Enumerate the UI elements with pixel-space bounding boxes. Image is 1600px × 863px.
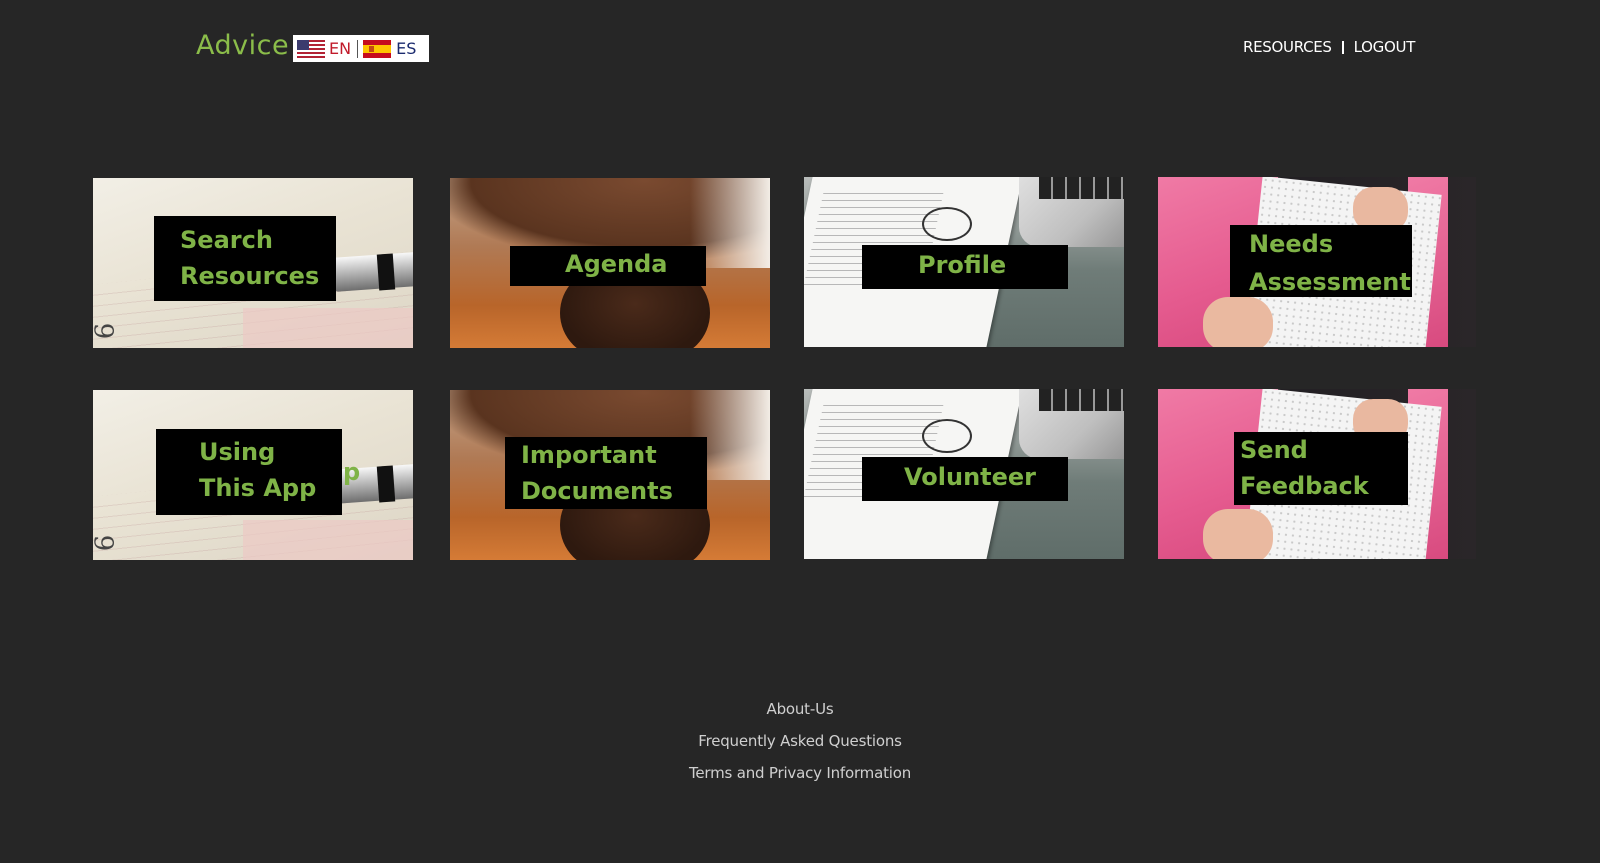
- tile-important-documents[interactable]: Important Documents: [450, 390, 770, 560]
- tile-label: Needs Assessment: [1230, 225, 1412, 297]
- footer: About-Us Frequently Asked Questions Term…: [0, 700, 1600, 796]
- header: Advice EN ES RESOURCES LOGOUT: [0, 0, 1600, 100]
- tile-label-line: This App: [199, 474, 317, 502]
- pen-band: [376, 253, 396, 291]
- pen-band: [376, 465, 396, 503]
- paper-pink-area: [243, 520, 413, 560]
- tile-label: Using This App: [156, 429, 342, 515]
- paper-digit: 6: [93, 534, 121, 552]
- tile-search-resources[interactable]: 6 Search Resources: [93, 178, 413, 348]
- language-divider: [357, 39, 359, 58]
- top-navigation: RESOURCES LOGOUT: [1243, 38, 1415, 56]
- hand-bottom: [1203, 509, 1273, 559]
- tile-label-line: Needs: [1249, 230, 1334, 258]
- tile-label-line: Feedback: [1240, 472, 1369, 500]
- paper-digit: 6: [93, 322, 121, 340]
- nav-divider: [1341, 40, 1344, 54]
- tile-send-feedback[interactable]: Send Feedback: [1158, 389, 1476, 559]
- tile-label-line: Profile: [918, 251, 1007, 279]
- tile-using-this-app[interactable]: 6 Using This App p: [93, 390, 413, 560]
- tile-label-line: Volunteer: [904, 463, 1037, 491]
- paper-pink-area: [243, 308, 413, 348]
- language-es[interactable]: ES: [396, 39, 416, 58]
- tile-label: Volunteer: [862, 457, 1068, 501]
- hand-bottom: [1203, 297, 1273, 347]
- spain-flag-icon[interactable]: [363, 39, 392, 58]
- tile-label-line: Send: [1240, 436, 1308, 464]
- footer-terms-link[interactable]: Terms and Privacy Information: [0, 764, 1600, 782]
- tile-label-line: Search: [180, 226, 273, 254]
- us-flag-icon[interactable]: [297, 39, 325, 58]
- language-en[interactable]: EN: [329, 39, 351, 58]
- laptop-keys: [1039, 177, 1124, 199]
- tile-label-line: Agenda: [565, 250, 668, 278]
- footer-about-link[interactable]: About-Us: [0, 700, 1600, 718]
- tile-label-line: Important: [521, 441, 657, 469]
- tile-label: Important Documents: [505, 437, 707, 509]
- glasses-icon: [922, 419, 972, 453]
- tile-label-line: Documents: [521, 477, 673, 505]
- tile-overflow-text: p: [343, 458, 361, 486]
- tile-needs-assessment[interactable]: Needs Assessment: [1158, 177, 1476, 347]
- laptop-keys: [1039, 389, 1124, 411]
- tile-label-line: Assessment: [1249, 268, 1411, 296]
- glasses-icon: [922, 207, 972, 241]
- tile-volunteer[interactable]: Volunteer: [804, 389, 1124, 559]
- nav-logout-link[interactable]: LOGOUT: [1354, 38, 1416, 56]
- tile-label: Agenda: [510, 246, 706, 286]
- brand-title[interactable]: Advice: [196, 30, 289, 61]
- tile-agenda[interactable]: Agenda: [450, 178, 770, 348]
- nav-resources-link[interactable]: RESOURCES: [1243, 38, 1332, 56]
- pen-icon: [331, 248, 413, 292]
- tile-profile[interactable]: Profile: [804, 177, 1124, 347]
- tile-label-line: Using: [199, 438, 276, 466]
- language-switcher: EN ES: [293, 35, 429, 62]
- tile-label: Send Feedback: [1234, 432, 1408, 505]
- footer-faq-link[interactable]: Frequently Asked Questions: [0, 732, 1600, 750]
- tile-label: Search Resources: [154, 216, 336, 301]
- tile-label: Profile: [862, 245, 1068, 289]
- tile-label-line: Resources: [180, 262, 320, 290]
